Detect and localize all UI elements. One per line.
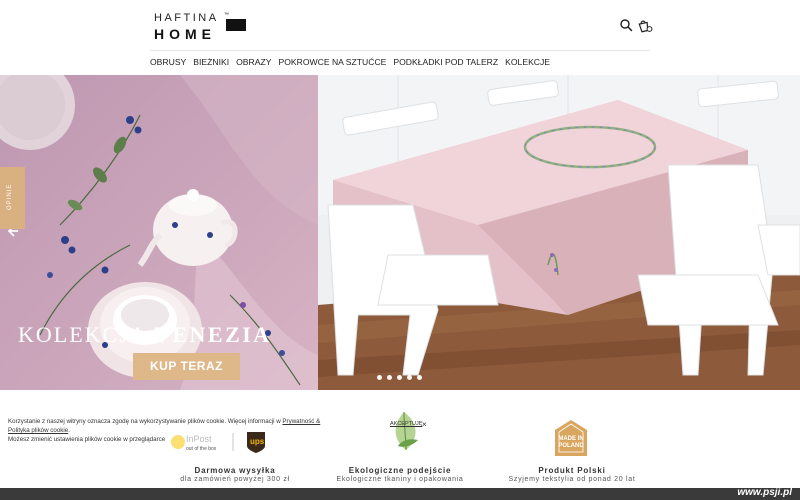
cookie-close-icon[interactable]: × bbox=[422, 421, 427, 429]
benefit-free-shipping-subtitle: dla zamówień powyżej 300 zł bbox=[180, 476, 290, 483]
nav-item-podkladki[interactable]: PODKŁADKI POD TALERZ bbox=[393, 57, 498, 69]
cookie-text-3: Możesz zmienić ustawienia plików cookie … bbox=[8, 436, 166, 443]
watermark: www.psji.pl bbox=[737, 487, 792, 498]
nav-item-kolekcje[interactable]: KOLEKCJE bbox=[505, 57, 550, 69]
header-divider bbox=[150, 50, 650, 51]
badge-line-1: MADE IN bbox=[558, 436, 583, 442]
kup-teraz-button[interactable]: KUP TERAZ bbox=[133, 353, 240, 380]
benefit-eco-title: Ekologiczne podejście bbox=[348, 466, 452, 475]
cookie-notice: Korzystanie z naszej witryny oznacza zgo… bbox=[8, 417, 338, 444]
leaf-icon bbox=[395, 411, 418, 451]
slider-dots bbox=[377, 375, 422, 380]
page: HAFTINA HOME ™ OBRUSY BIEŻNIKI OBRAZY PO… bbox=[0, 0, 800, 500]
nav-item-pokrowce[interactable]: POKROWCE NA SZTUĆCE bbox=[278, 57, 386, 69]
logo-block bbox=[226, 19, 246, 31]
slider-dot-2[interactable] bbox=[387, 375, 392, 380]
brand-logo[interactable]: HAFTINA HOME ™ bbox=[154, 12, 254, 42]
hero-title-bold: VENEZIA bbox=[153, 322, 272, 347]
bottom-bar bbox=[0, 488, 800, 500]
benefit-free-shipping-title: Darmowa wysyłka bbox=[194, 466, 276, 475]
cookie-text-1: Korzystanie z naszej witryny oznacza zgo… bbox=[8, 418, 283, 425]
reviews-side-tab-label: OPINIE bbox=[7, 183, 13, 210]
badge-line-2: POLAND bbox=[558, 443, 584, 449]
shopping-bag-icon[interactable] bbox=[637, 17, 653, 33]
benefit-eco: Ekologiczne podejście Ekologiczne tkanin… bbox=[315, 466, 485, 483]
benefit-eco-subtitle: Ekologiczne tkaniny i opakowania bbox=[336, 476, 464, 483]
slider-dot-5[interactable] bbox=[417, 375, 422, 380]
main-nav: OBRUSY BIEŻNIKI OBRAZY POKROWCE NA SZTUĆ… bbox=[150, 57, 550, 69]
hero-title: KOLEKCJA VENEZIA bbox=[18, 322, 272, 348]
benefit-polish-product-title: Produkt Polski bbox=[538, 466, 606, 475]
benefit-polish-product: Produkt Polski Szyjemy tekstylia od pona… bbox=[487, 466, 657, 483]
table-illustration bbox=[318, 75, 800, 390]
hero-image-table bbox=[318, 75, 800, 390]
hero-title-light: KOLEKCJA bbox=[18, 322, 147, 347]
logo-line-1: HAFTINA bbox=[154, 12, 219, 24]
slider-dot-1[interactable] bbox=[377, 375, 382, 380]
benefit-polish-product-subtitle: Szyjemy tekstylia od ponad 20 lat bbox=[508, 476, 636, 483]
slider-next-icon[interactable] bbox=[780, 223, 796, 239]
inpost-logo-subtext: out of the box bbox=[186, 446, 217, 452]
logo-line-2: HOME bbox=[154, 26, 216, 42]
slider-dot-3[interactable] bbox=[397, 375, 402, 380]
nav-item-obrusy[interactable]: OBRUSY bbox=[150, 57, 186, 69]
reviews-side-tab[interactable]: OPINIE bbox=[0, 167, 25, 229]
site-header: HAFTINA HOME ™ OBRUSY BIEŻNIKI OBRAZY PO… bbox=[0, 0, 800, 75]
slider-dot-4[interactable] bbox=[407, 375, 412, 380]
nav-item-obrazy[interactable]: OBRAZY bbox=[236, 57, 271, 69]
hero-image-tableware: KOLEKCJA VENEZIA KUP TERAZ bbox=[0, 75, 318, 390]
made-in-poland-badge: MADE IN POLAND bbox=[555, 420, 587, 456]
logo-tm: ™ bbox=[224, 12, 229, 18]
cookie-accept-button[interactable]: AKCEPTUJĘ bbox=[390, 421, 422, 427]
hero-slider: KOLEKCJA VENEZIA KUP TERAZ OPINIE bbox=[0, 75, 800, 390]
nav-item-bieznik[interactable]: BIEŻNIKI bbox=[193, 57, 229, 69]
search-icon[interactable] bbox=[619, 18, 633, 32]
cookie-text-2: . bbox=[68, 427, 70, 434]
benefit-free-shipping: Darmowa wysyłka dla zamówień powyżej 300… bbox=[150, 466, 320, 483]
